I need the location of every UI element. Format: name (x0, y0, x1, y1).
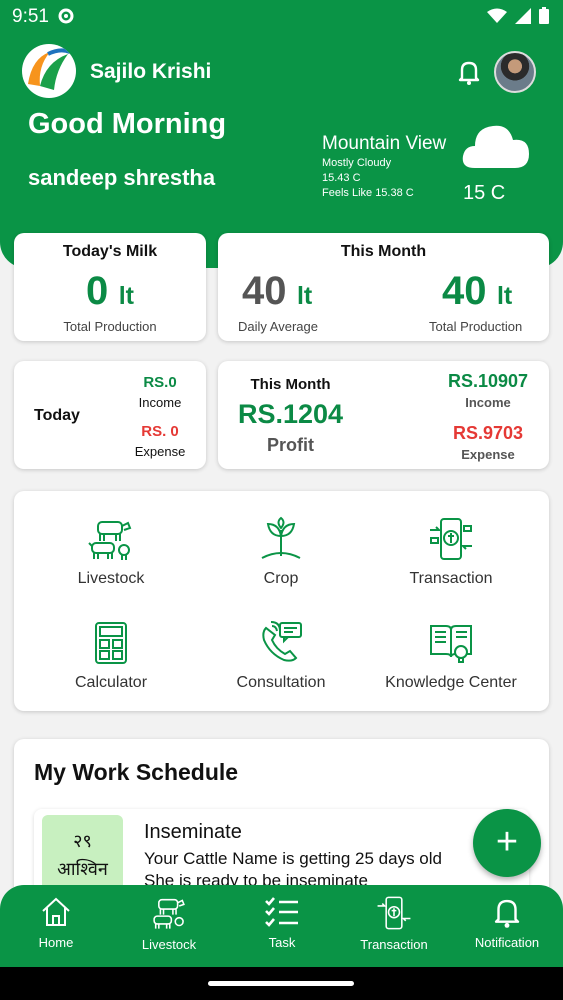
today-finance-card[interactable]: Today RS.0 Income RS. 0 Expense (14, 361, 206, 469)
weather-temp-detail: 15.43 C (322, 172, 361, 184)
menu-crop-label: Crop (263, 570, 299, 587)
task-icon (265, 897, 298, 927)
notification-bell-icon[interactable] (455, 58, 483, 86)
weather-location: Mountain View (322, 133, 447, 154)
today-milk-caption: Total Production (63, 319, 157, 334)
today-income-value: RS.0 (143, 374, 177, 391)
cloud-icon (461, 118, 531, 170)
menu-knowledge-center-label: Knowledge Center (385, 674, 517, 691)
menu-knowledge-center[interactable]: Knowledge Center (366, 620, 536, 692)
month-expense-value: RS.9703 (452, 423, 524, 443)
signal-icon (515, 7, 531, 24)
today-finance-label: Today (34, 407, 80, 424)
bottom-navigation: Home Livestock Task Transaction Notifica… (0, 885, 563, 967)
nav-transaction-label: Transaction (360, 937, 428, 952)
month-total-caption: Total Production (429, 319, 523, 334)
knowledge-center-icon (430, 625, 472, 663)
schedule-item-line1: Your Cattle Name is getting 25 days old (144, 849, 442, 868)
battery-icon (539, 7, 549, 24)
nav-home-label: Home (38, 935, 74, 950)
weather-temp: 15 C (463, 182, 506, 204)
month-milk-title: This Month (340, 243, 427, 260)
nav-livestock-label: Livestock (141, 937, 197, 952)
user-name: sandeep shrestha (28, 165, 216, 190)
menu-transaction-label: Transaction (409, 570, 493, 587)
daily-average-unit: lt (296, 282, 313, 310)
menu-calculator-label: Calculator (74, 674, 148, 691)
month-profit-label: Profit (267, 435, 314, 455)
schedule-day: २९ (73, 831, 92, 852)
transaction-icon (430, 518, 472, 560)
month-profit-value: RS.1204 (237, 399, 344, 429)
nav-task[interactable]: Task (226, 895, 338, 950)
consultation-icon (262, 621, 302, 662)
nav-transaction[interactable]: Transaction (338, 895, 450, 952)
weather-condition: Mostly Cloudy (322, 157, 392, 169)
today-expense-label: Expense (134, 444, 186, 459)
wifi-icon (487, 8, 507, 23)
today-milk-title: Today's Milk (62, 243, 158, 260)
month-finance-title: This Month (250, 376, 331, 393)
month-expense-label: Expense (461, 447, 515, 462)
transaction-icon (377, 896, 411, 930)
month-income-label: Income (465, 395, 511, 410)
work-schedule-title: My Work Schedule (34, 759, 239, 785)
user-avatar[interactable] (494, 51, 536, 93)
today-milk-unit: lt (118, 282, 134, 310)
livestock-icon (88, 521, 132, 560)
month-finance-card[interactable]: This Month RS.1204 Profit RS.10907 Incom… (218, 361, 549, 469)
menu-consultation[interactable]: Consultation (196, 620, 366, 692)
month-total-value: 40 (442, 269, 487, 313)
nav-home[interactable]: Home (0, 895, 112, 950)
nav-notification-label: Notification (474, 935, 540, 950)
menu-crop[interactable]: Crop (196, 516, 366, 588)
month-income-value: RS.10907 (447, 371, 529, 391)
month-total-unit: lt (496, 282, 513, 310)
menu-consultation-label: Consultation (236, 674, 326, 691)
daily-average-caption: Daily Average (238, 319, 318, 334)
today-milk-card[interactable]: Today's Milk 0 lt Total Production (14, 233, 206, 341)
bell-icon (494, 899, 520, 928)
schedule-month: आश्विन (57, 859, 108, 880)
app-logo (22, 44, 76, 98)
daily-average-value: 40 (242, 269, 287, 313)
status-time: 9:51 (12, 6, 49, 27)
today-milk-value: 0 (86, 269, 109, 313)
menu-livestock[interactable]: Livestock (26, 516, 196, 588)
menu-calculator[interactable]: Calculator (26, 620, 196, 692)
home-gesture-pill[interactable] (208, 981, 354, 986)
system-navigation-bar (0, 967, 563, 1000)
calculator-icon (95, 622, 127, 664)
livestock-icon (153, 898, 185, 929)
menu-transaction[interactable]: Transaction (366, 516, 536, 588)
month-milk-card[interactable]: This Month 40 lt Daily Average 40 lt Tot… (218, 233, 549, 341)
app-name: Sajilo Krishi (90, 60, 212, 83)
greeting-title: Good Morning (28, 108, 227, 140)
add-task-button[interactable]: + (473, 809, 541, 877)
schedule-item-title: Inseminate (144, 821, 242, 843)
today-income-label: Income (138, 395, 182, 410)
settings-gear-icon (56, 6, 76, 32)
feature-grid: Livestock Crop Transaction Calculator Co… (14, 491, 549, 711)
weather-feels-like: Feels Like 15.38 C (322, 187, 414, 199)
status-bar: 9:51 (0, 0, 563, 34)
today-expense-value: RS. 0 (141, 423, 179, 440)
home-icon (42, 897, 70, 926)
nav-task-label: Task (268, 935, 296, 950)
menu-livestock-label: Livestock (77, 570, 145, 587)
nav-notification[interactable]: Notification (451, 895, 563, 950)
crop-icon (261, 516, 301, 559)
nav-livestock[interactable]: Livestock (113, 895, 225, 952)
